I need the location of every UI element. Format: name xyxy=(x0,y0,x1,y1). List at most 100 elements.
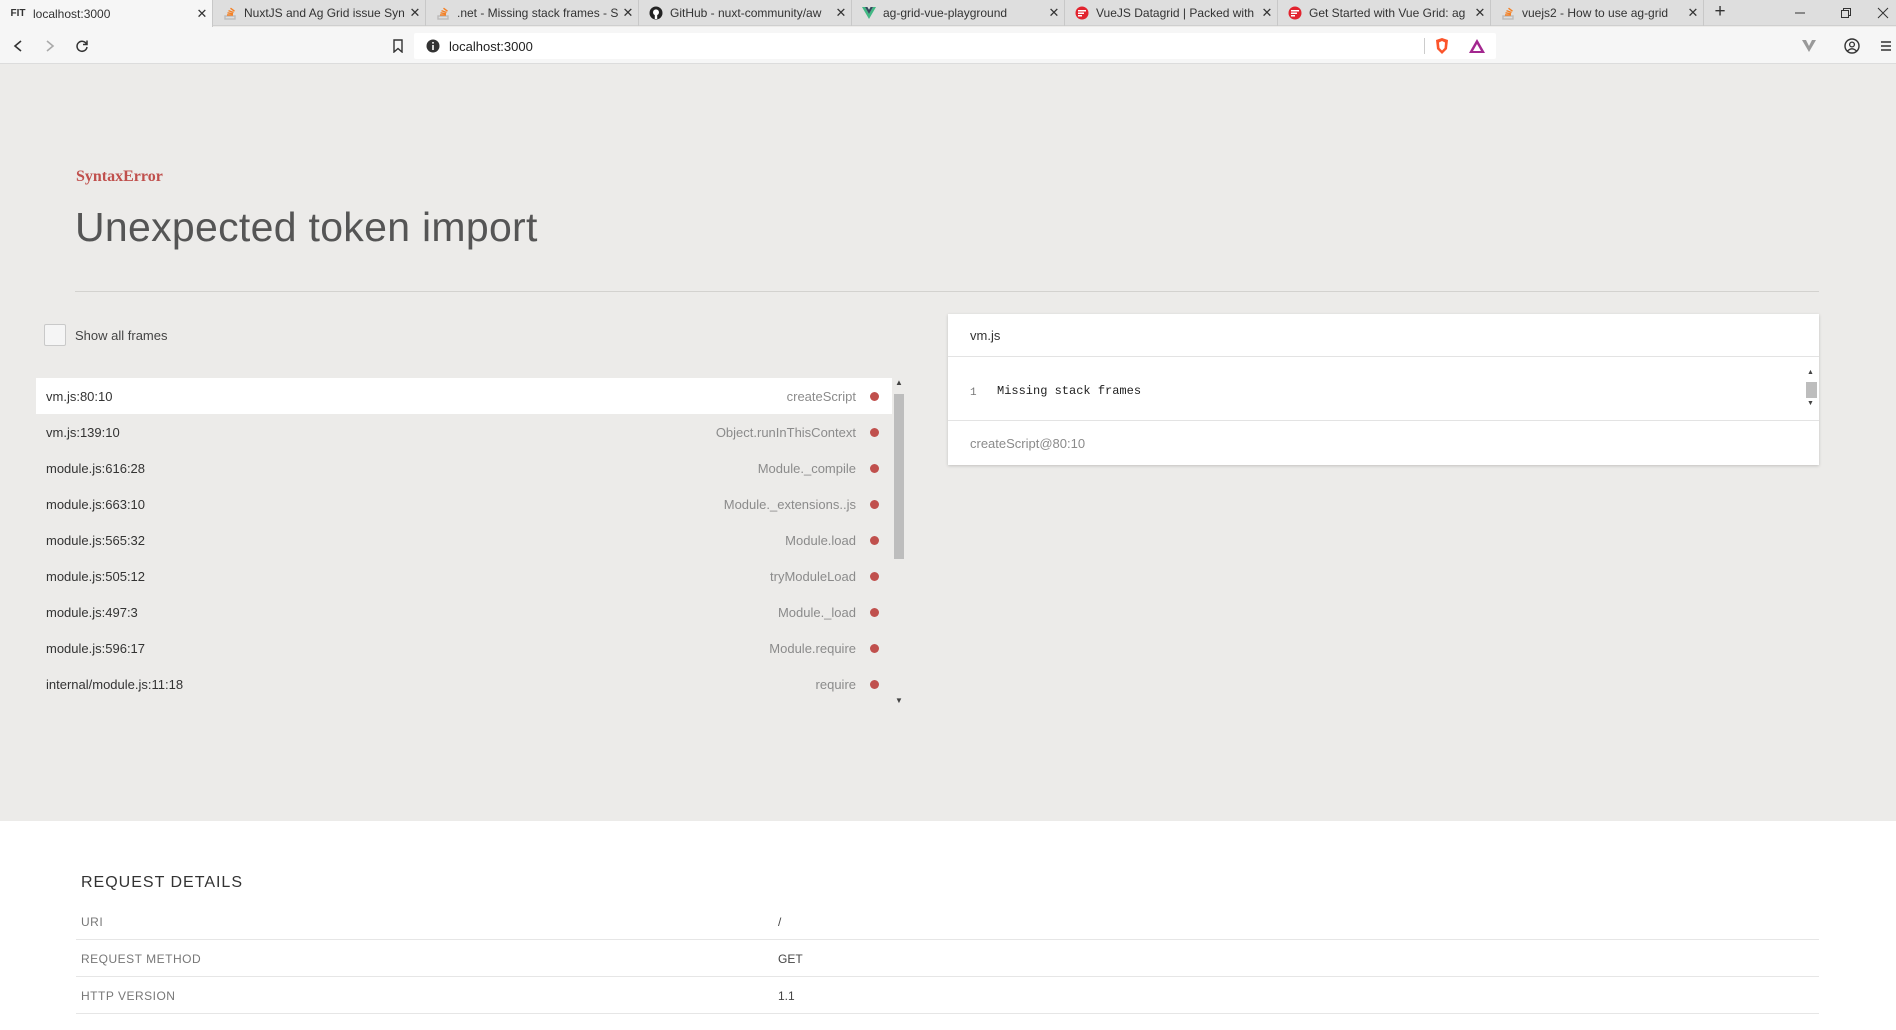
code-line-text: Missing stack frames xyxy=(997,384,1142,398)
tab-vuejs-datagrid[interactable]: VueJS Datagrid | Packed with ✕ xyxy=(1066,0,1278,26)
stack-frame-row[interactable]: module.js:497:3 Module._load xyxy=(36,594,892,630)
frame-marker-dot xyxy=(870,391,879,401)
frame-marker-dot xyxy=(870,463,879,473)
detail-key: REQUEST METHOD xyxy=(81,952,202,966)
tab-close-icon[interactable]: ✕ xyxy=(405,5,425,21)
fit-favicon-icon: FIT xyxy=(10,8,26,19)
profile-icon[interactable] xyxy=(1842,36,1862,56)
detail-value: / xyxy=(778,915,782,929)
request-detail-row: HTTP VERSION 1.1 xyxy=(76,977,1819,1014)
scroll-down-arrow-icon[interactable]: ▼ xyxy=(895,696,903,705)
scrollbar-thumb[interactable] xyxy=(894,394,904,559)
menu-icon[interactable] xyxy=(1876,36,1896,56)
reload-icon[interactable] xyxy=(72,36,92,56)
frame-file: vm.js:80:10 xyxy=(46,388,113,404)
browser-tab-bar: FIT localhost:3000 ✕ NuxtJS and Ag Grid … xyxy=(0,0,1896,27)
scroll-down-arrow-icon[interactable]: ▼ xyxy=(1807,400,1814,407)
stack-list-scrollbar[interactable]: ▲ ▼ xyxy=(892,378,906,708)
tab-title: localhost:3000 xyxy=(33,6,111,21)
scrollbar-thumb[interactable] xyxy=(1806,382,1817,398)
vue-icon xyxy=(862,6,876,20)
tab-close-icon[interactable]: ✕ xyxy=(192,6,212,22)
github-icon xyxy=(649,6,663,20)
frame-file: module.js:497:3 xyxy=(46,604,138,620)
stack-frame-list: vm.js:80:10 createScript vm.js:139:10 Ob… xyxy=(36,378,892,708)
frame-file: module.js:505:12 xyxy=(46,568,146,584)
tab-ag-grid-vue-playground[interactable]: ag-grid-vue-playground ✕ xyxy=(853,0,1065,26)
request-details-heading: REQUEST DETAILS xyxy=(81,874,243,891)
ag-grid-icon xyxy=(1288,6,1302,20)
stack-frame-row[interactable]: vm.js:80:10 createScript xyxy=(36,378,892,414)
tab-missing-stack-frames[interactable]: .net - Missing stack frames - S ✕ xyxy=(427,0,639,26)
tab-title: NuxtJS and Ag Grid issue Syn xyxy=(244,6,405,20)
frame-marker-dot xyxy=(870,643,879,653)
vpn-extension-icon[interactable] xyxy=(1799,36,1819,56)
bookmark-icon[interactable] xyxy=(388,36,408,56)
address-bar[interactable]: localhost:3000 xyxy=(414,33,1496,59)
tab-close-icon[interactable]: ✕ xyxy=(618,5,638,21)
code-line-number: 1 xyxy=(970,387,977,399)
tab-close-icon[interactable]: ✕ xyxy=(1044,5,1064,21)
frame-function: Object.runInThisContext xyxy=(715,424,856,440)
address-divider xyxy=(1424,38,1425,54)
tab-title: VueJS Datagrid | Packed with xyxy=(1096,6,1255,20)
header-divider xyxy=(75,291,1819,292)
back-icon[interactable] xyxy=(8,36,28,56)
brave-shields-icon[interactable] xyxy=(1434,37,1450,60)
forward-icon[interactable] xyxy=(40,36,60,56)
frame-file: internal/module.js:11:18 xyxy=(46,676,184,692)
tab-close-icon[interactable]: ✕ xyxy=(1470,5,1490,21)
brave-rewards-icon[interactable] xyxy=(1468,38,1486,59)
stack-frame-row[interactable]: internal/module.js:11:18 require xyxy=(36,666,892,702)
tab-title: .net - Missing stack frames - S xyxy=(457,6,618,20)
stack-frame-row[interactable]: module.js:505:12 tryModuleLoad xyxy=(36,558,892,594)
tab-github-nuxt-community[interactable]: GitHub - nuxt-community/aw ✕ xyxy=(640,0,852,26)
stack-frame-row[interactable]: module.js:616:28 Module._compile xyxy=(36,450,892,486)
stack-frame-row[interactable]: module.js:565:32 Module.load xyxy=(36,522,892,558)
frame-function: Module.load xyxy=(785,532,856,548)
request-detail-row: REQUEST METHOD GET xyxy=(76,940,1819,977)
tab-localhost[interactable]: FIT localhost:3000 ✕ xyxy=(0,0,213,27)
new-tab-button[interactable]: + xyxy=(1708,0,1732,26)
stackoverflow-icon xyxy=(1501,6,1515,20)
restore-window-icon[interactable] xyxy=(1823,0,1869,26)
tab-title: vuejs2 - How to use ag-grid xyxy=(1522,6,1669,20)
tab-close-icon[interactable]: ✕ xyxy=(1683,5,1703,21)
tab-close-icon[interactable]: ✕ xyxy=(1257,5,1277,21)
close-window-icon[interactable] xyxy=(1869,0,1896,26)
tab-vuejs2-ag-grid[interactable]: vuejs2 - How to use ag-grid ✕ xyxy=(1492,0,1704,26)
frame-function: Module._load xyxy=(777,604,856,620)
stack-frame-row[interactable]: module.js:663:10 Module._extensions..js xyxy=(36,486,892,522)
site-info-icon[interactable] xyxy=(426,39,440,58)
frame-function: tryModuleLoad xyxy=(770,568,856,584)
show-all-frames-checkbox[interactable] xyxy=(44,324,66,346)
tab-nuxtjs-aggrid[interactable]: NuxtJS and Ag Grid issue Syn ✕ xyxy=(214,0,426,26)
scroll-up-arrow-icon[interactable]: ▲ xyxy=(895,378,903,387)
frame-marker-dot xyxy=(870,571,879,581)
frame-file: vm.js:139:10 xyxy=(46,424,120,440)
frame-file: module.js:596:17 xyxy=(46,640,146,656)
frame-marker-dot xyxy=(870,607,879,617)
url-text: localhost:3000 xyxy=(449,39,533,54)
tab-get-started-vue-grid[interactable]: Get Started with Vue Grid: ag ✕ xyxy=(1279,0,1491,26)
stack-frame-row[interactable]: module.js:596:17 Module.require xyxy=(36,630,892,666)
stackoverflow-icon xyxy=(223,6,237,20)
frame-marker-dot xyxy=(870,535,879,545)
tab-title: GitHub - nuxt-community/aw xyxy=(670,6,822,20)
frame-file: module.js:663:10 xyxy=(46,496,146,512)
code-preview-panel: vm.js 1 Missing stack frames ▲ ▼ createS… xyxy=(948,314,1819,465)
show-all-frames-toggle[interactable]: Show all frames xyxy=(44,324,167,346)
ag-grid-icon xyxy=(1075,6,1089,20)
tab-title: ag-grid-vue-playground xyxy=(883,6,1008,20)
scroll-up-arrow-icon[interactable]: ▲ xyxy=(1807,369,1814,376)
stack-frame-row[interactable]: vm.js:139:10 Object.runInThisContext xyxy=(36,414,892,450)
tab-close-icon[interactable]: ✕ xyxy=(831,5,851,21)
frame-function: require xyxy=(815,676,856,692)
frame-file: module.js:565:32 xyxy=(46,532,146,548)
code-file-name: vm.js xyxy=(970,328,1001,343)
error-type: SyntaxError xyxy=(76,168,163,185)
frame-function: Module._extensions..js xyxy=(723,496,856,512)
minimize-window-icon[interactable] xyxy=(1777,0,1823,26)
frame-file: module.js:616:28 xyxy=(46,460,146,476)
tab-title: Get Started with Vue Grid: ag xyxy=(1309,6,1466,20)
